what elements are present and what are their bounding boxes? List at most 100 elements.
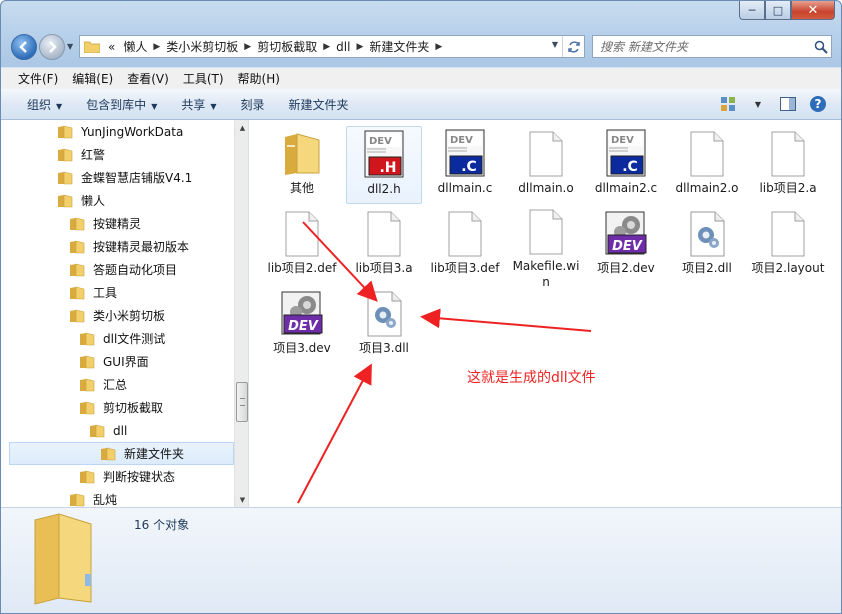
main-area: YunJingWorkData 红警金蝶智慧店铺版V4.1 懒人按键精灵按键精灵最初…: [1, 120, 841, 507]
search-box[interactable]: 搜索 新建文件夹: [592, 35, 832, 58]
tree-item[interactable]: 金蝶智慧店铺版V4.1: [9, 166, 234, 189]
tree-item-label: dll: [113, 423, 128, 438]
refresh-button[interactable]: [562, 36, 584, 57]
file-item[interactable]: DEV 项目2.dev: [588, 206, 664, 284]
tree-item[interactable]: dll文件测试: [9, 327, 234, 350]
burn-button[interactable]: 刻录: [229, 96, 277, 113]
tree-item[interactable]: 乱炖: [9, 488, 234, 507]
view-dropdown[interactable]: ▼: [749, 95, 767, 113]
organize-button[interactable]: 组织 ▼: [15, 96, 74, 113]
tree-item[interactable]: 类小米剪切板: [9, 304, 234, 327]
breadcrumb-separator-icon[interactable]: ▶: [354, 42, 365, 52]
tree-item[interactable]: 红警: [9, 143, 234, 166]
file-item[interactable]: dllmain2.o: [669, 126, 745, 204]
breadcrumb-item[interactable]: 剪切板截取: [253, 38, 321, 55]
scroll-down-icon[interactable]: ▼: [235, 492, 248, 507]
tree-item[interactable]: 剪切板截取: [9, 396, 234, 419]
tree-item-label: 金蝶智慧店铺版V4.1: [81, 171, 193, 185]
menu-help[interactable]: 帮助(H): [231, 70, 287, 87]
file-name: lib项目2.a: [759, 181, 817, 195]
tree-item[interactable]: 新建文件夹: [9, 442, 234, 465]
menu-edit[interactable]: 编辑(E): [65, 70, 120, 87]
tree-item[interactable]: 判断按键状态: [9, 465, 234, 488]
new-folder-button[interactable]: 新建文件夹: [277, 96, 361, 113]
breadcrumb-item[interactable]: 新建文件夹: [365, 38, 433, 55]
file-item[interactable]: DEV 项目3.dev: [264, 286, 340, 364]
command-bar: 组织 ▼ 包含到库中 ▼ 共享 ▼ 刻录 新建文件夹 ▼ ?: [1, 89, 841, 120]
help-button[interactable]: ?: [809, 95, 827, 113]
scrollbar-thumb[interactable]: [236, 382, 248, 422]
search-input[interactable]: 搜索 新建文件夹: [593, 38, 811, 55]
chevron-down-icon: ▼: [56, 101, 63, 111]
address-history-dropdown[interactable]: ▼: [552, 40, 558, 49]
file-name: dllmain2.c: [594, 181, 658, 195]
close-button[interactable]: ✕: [791, 1, 835, 20]
file-item[interactable]: DEV .H dll2.h: [346, 126, 422, 204]
svg-text:DEV: DEV: [288, 319, 319, 334]
breadcrumb-separator-icon[interactable]: ▶: [321, 42, 332, 52]
file-item[interactable]: lib项目3.def: [427, 206, 503, 284]
tree-item[interactable]: 懒人: [9, 189, 234, 212]
dll-gear-icon: [360, 289, 408, 337]
nav-scrollbar[interactable]: ▲ ▼: [234, 120, 248, 507]
file-item[interactable]: 项目2.layout: [750, 206, 826, 284]
file-item[interactable]: lib项目2.def: [264, 206, 340, 284]
preview-pane-button[interactable]: [779, 95, 797, 113]
forward-button[interactable]: [39, 34, 65, 60]
tree-item[interactable]: 按键精灵: [9, 212, 234, 235]
svg-text:DEV: DEV: [450, 135, 473, 146]
tree-item[interactable]: GUI界面: [9, 350, 234, 373]
menu-file[interactable]: 文件(F): [11, 70, 65, 87]
file-item[interactable]: DEV .C dllmain2.c: [588, 126, 664, 204]
minimize-button[interactable]: ─: [739, 1, 765, 20]
file-item[interactable]: dllmain.o: [508, 126, 584, 204]
tree-item-label: 答题自动化项目: [93, 263, 178, 277]
breadcrumb-separator-icon[interactable]: ▶: [433, 42, 444, 52]
breadcrumb-overflow[interactable]: «: [104, 40, 119, 54]
tree-item-label: 按键精灵: [93, 217, 142, 231]
search-icon[interactable]: [811, 37, 831, 57]
tree-item[interactable]: 工具: [9, 281, 234, 304]
explorer-window: ─ □ ✕ ▼ « 懒人 ▶ 类小米剪切板 ▶ 剪切板截取 ▶ dll ▶ 新建…: [0, 0, 842, 614]
file-item[interactable]: lib项目3.a: [346, 206, 422, 284]
blank-file-icon: [360, 209, 408, 257]
tree-item[interactable]: YunJingWorkData: [9, 120, 234, 143]
breadcrumb-separator-icon[interactable]: ▶: [242, 42, 253, 52]
folder-icon: [80, 470, 95, 483]
maximize-button[interactable]: □: [765, 1, 791, 20]
folder-icon: [101, 447, 116, 460]
recent-pages-dropdown[interactable]: ▼: [67, 42, 73, 51]
c-source-icon: DEV .C: [602, 129, 650, 177]
share-button[interactable]: 共享 ▼: [169, 96, 228, 113]
file-item[interactable]: 其他: [264, 126, 340, 204]
file-item[interactable]: DEV .C dllmain.c: [427, 126, 503, 204]
file-item[interactable]: 项目2.dll: [669, 206, 745, 284]
file-item[interactable]: lib项目2.a: [750, 126, 826, 204]
file-item[interactable]: 项目3.dll: [346, 286, 422, 364]
file-item[interactable]: Makefile.win: [508, 206, 584, 289]
breadcrumb-item[interactable]: 懒人: [119, 38, 151, 55]
tree-item[interactable]: 汇总: [9, 373, 234, 396]
tree-item[interactable]: dll: [9, 419, 234, 442]
file-name: dllmain.c: [437, 181, 493, 195]
breadcrumb-item[interactable]: 类小米剪切板: [162, 38, 242, 55]
folder-icon: [58, 148, 73, 161]
blank-file-icon: [522, 129, 570, 177]
tree-item[interactable]: 答题自动化项目: [9, 258, 234, 281]
tree-item-label: GUI界面: [103, 355, 149, 369]
tree-item-label: 按键精灵最初版本: [93, 240, 190, 254]
back-button[interactable]: [11, 34, 37, 60]
view-options-button[interactable]: [719, 95, 737, 113]
menu-tools[interactable]: 工具(T): [176, 70, 231, 87]
tree-item-label: 工具: [93, 286, 118, 300]
breadcrumb-separator-icon[interactable]: ▶: [151, 42, 162, 52]
include-in-library-button[interactable]: 包含到库中 ▼: [74, 96, 169, 113]
folder-icon: [80, 378, 95, 391]
folder-icon: [70, 240, 85, 253]
menu-view[interactable]: 查看(V): [120, 70, 176, 87]
grip-icon: [240, 398, 245, 406]
tree-item[interactable]: 按键精灵最初版本: [9, 235, 234, 258]
breadcrumb-item[interactable]: dll: [332, 40, 354, 54]
address-bar[interactable]: « 懒人 ▶ 类小米剪切板 ▶ 剪切板截取 ▶ dll ▶ 新建文件夹 ▶ ▼: [79, 35, 585, 58]
scroll-up-icon[interactable]: ▲: [235, 120, 248, 135]
